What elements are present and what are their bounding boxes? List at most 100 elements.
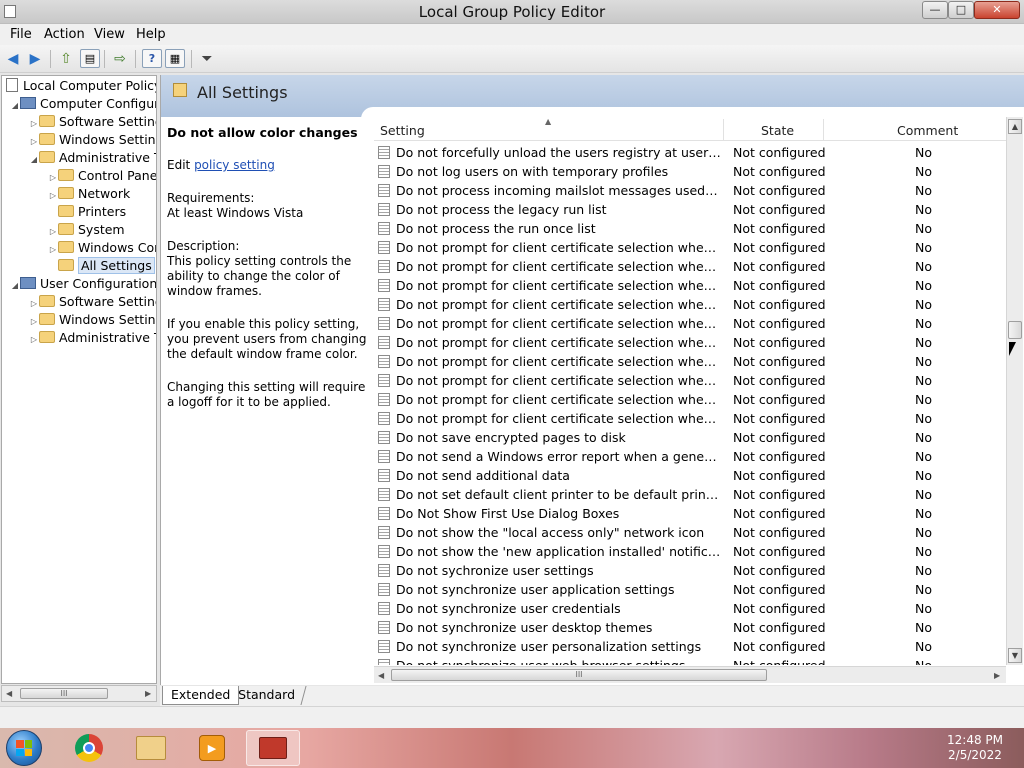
tree-node[interactable]: ◢ Computer Configura	[10, 95, 156, 115]
table-row[interactable]: Do not show the 'new application install…	[374, 542, 1006, 561]
table-row[interactable]: Do not prompt for client certificate sel…	[374, 238, 1006, 257]
table-row[interactable]: Do not synchronize user web browser sett…	[374, 656, 1006, 665]
table-row[interactable]: Do not process incoming mailslot message…	[374, 181, 1006, 200]
sort-ascending-icon: ▲	[545, 117, 552, 126]
scroll-down-icon[interactable]: ▼	[1008, 648, 1022, 663]
minimize-button[interactable]: —	[922, 1, 948, 19]
back-arrow-icon[interactable]: ◀	[3, 49, 23, 68]
tree-root-local-computer-policy[interactable]: Local Computer Policy	[6, 77, 156, 95]
scroll-right-icon[interactable]: ▶	[994, 671, 1000, 680]
expanded-arrow-icon[interactable]: ◢	[29, 151, 39, 169]
export-list-icon[interactable]: ⇨	[110, 49, 130, 68]
tree-node[interactable]: ▷ Administrative Te	[29, 329, 156, 349]
policy-setting-icon	[378, 203, 390, 216]
setting-name: Do not process the legacy run list	[396, 202, 607, 217]
menu-help[interactable]: Help	[136, 27, 166, 42]
tree-node[interactable]: Printers	[48, 203, 126, 221]
tree-node[interactable]: ◢ User Configuration	[10, 275, 156, 295]
table-row[interactable]: Do not synchronize user desktop themes No…	[374, 618, 1006, 637]
column-comment[interactable]: Comment	[897, 123, 958, 138]
menu-view[interactable]: View	[94, 27, 125, 42]
forward-arrow-icon[interactable]: ▶	[25, 49, 45, 68]
properties-pane-icon[interactable]: ▦	[165, 49, 185, 68]
table-row[interactable]: Do not prompt for client certificate sel…	[374, 333, 1006, 352]
media-player-app[interactable]: ▶	[185, 730, 239, 766]
window-title: Local Group Policy Editor	[418, 3, 606, 21]
table-row[interactable]: Do not prompt for client certificate sel…	[374, 295, 1006, 314]
filter-icon[interactable]: ⏷	[197, 49, 217, 68]
setting-name: Do not synchronize user web browser sett…	[396, 656, 721, 665]
tree-node[interactable]: ▷Software Settings	[29, 113, 156, 131]
tree-node[interactable]: ▷ Windows Setting	[29, 131, 157, 149]
file-explorer-app[interactable]	[124, 730, 178, 766]
edit-policy-link[interactable]: policy setting	[194, 158, 275, 172]
table-row[interactable]: Do not prompt for client certificate sel…	[374, 257, 1006, 276]
tab-standard[interactable]: Standard	[227, 686, 307, 705]
column-setting[interactable]: Setting	[380, 123, 425, 138]
scroll-thumb[interactable]: III	[20, 688, 108, 699]
expanded-arrow-icon[interactable]: ◢	[10, 277, 20, 295]
tree-node[interactable]: ▷ Network	[48, 185, 130, 203]
group-policy-app[interactable]	[246, 730, 300, 766]
scroll-left-icon[interactable]: ◀	[6, 689, 12, 698]
expanded-arrow-icon[interactable]: ◢	[10, 97, 20, 115]
table-row[interactable]: Do not forcefully unload the users regis…	[374, 143, 1006, 162]
setting-state: Not configured	[733, 487, 826, 502]
scroll-right-icon[interactable]: ▶	[145, 689, 151, 698]
setting-comment: No	[915, 297, 932, 312]
system-clock[interactable]: 12:48 PM 2/5/2022	[930, 733, 1020, 763]
scroll-up-icon[interactable]: ▲	[1008, 119, 1022, 134]
tree-horizontal-scrollbar[interactable]: ◀ III ▶	[1, 685, 157, 702]
table-row[interactable]: Do not prompt for client certificate sel…	[374, 371, 1006, 390]
tree-node[interactable]: ▷ System	[48, 221, 125, 239]
table-row[interactable]: Do not synchronize user credentials Not c…	[374, 599, 1006, 618]
table-row[interactable]: Do not show the "local access only" netw…	[374, 523, 1006, 542]
table-row[interactable]: Do not synchronize user application sett…	[374, 580, 1006, 599]
table-row[interactable]: Do not prompt for client certificate sel…	[374, 276, 1006, 295]
table-row[interactable]: Do not prompt for client certificate sel…	[374, 314, 1006, 333]
table-row[interactable]: Do not prompt for client certificate sel…	[374, 409, 1006, 428]
setting-name: Do not prompt for client certificate sel…	[396, 354, 721, 369]
help-icon[interactable]: ?	[142, 49, 162, 68]
scroll-left-icon[interactable]: ◀	[378, 671, 384, 680]
column-state[interactable]: State	[761, 123, 794, 138]
scroll-thumb[interactable]	[1008, 321, 1022, 339]
setting-comment: No	[915, 316, 932, 331]
start-button[interactable]	[6, 730, 42, 766]
up-folder-icon[interactable]: ⇧	[56, 49, 76, 68]
table-row[interactable]: Do not set default client printer to be …	[374, 485, 1006, 504]
tree-node[interactable]: All Settings	[48, 257, 155, 275]
table-vertical-scrollbar[interactable]: ▲ ▼	[1006, 117, 1023, 665]
show-hide-tree-icon[interactable]: ▤	[80, 49, 100, 68]
tree-node[interactable]: ▷ Control Panel	[48, 167, 156, 185]
collapsed-arrow-icon[interactable]: ▷	[29, 331, 39, 349]
table-row[interactable]: Do not process the run once list Not conf…	[374, 219, 1006, 238]
setting-comment: No	[915, 278, 932, 293]
table-row[interactable]: Do not send additional data Not configure…	[374, 466, 1006, 485]
setting-name: Do not process the run once list	[396, 221, 596, 236]
menu-action[interactable]: Action	[44, 27, 85, 42]
close-button[interactable]: ✕	[974, 1, 1020, 19]
tree-node-label: Windows Setting	[59, 132, 157, 147]
setting-state: Not configured	[733, 582, 826, 597]
table-horizontal-scrollbar[interactable]: ◀ III ▶	[374, 666, 1006, 683]
clock-date: 2/5/2022	[948, 748, 1002, 762]
chrome-app[interactable]	[62, 730, 116, 766]
tree-node[interactable]: ▷Software Settings	[29, 293, 156, 311]
setting-state: Not configured	[733, 392, 826, 407]
table-row[interactable]: Do not save encrypted pages to disk Not c…	[374, 428, 1006, 447]
tree-node[interactable]: ▷ Windows Cor	[48, 239, 156, 257]
table-row[interactable]: Do not sychronize user settings Not confi…	[374, 561, 1006, 580]
table-row[interactable]: Do not send a Windows error report when …	[374, 447, 1006, 466]
table-row[interactable]: Do not process the legacy run list Not co…	[374, 200, 1006, 219]
table-row[interactable]: Do not prompt for client certificate sel…	[374, 390, 1006, 409]
tree-node[interactable]: ▷ Windows Setting	[29, 311, 156, 329]
tree-node[interactable]: ◢ Administrative Te	[29, 149, 156, 169]
table-row[interactable]: Do not log users on with temporary profi…	[374, 162, 1006, 181]
table-row[interactable]: Do not prompt for client certificate sel…	[374, 352, 1006, 371]
scroll-thumb[interactable]: III	[391, 669, 767, 681]
table-row[interactable]: Do Not Show First Use Dialog Boxes Not co…	[374, 504, 1006, 523]
menu-file[interactable]: File	[10, 27, 32, 42]
table-row[interactable]: Do not synchronize user personalization …	[374, 637, 1006, 656]
maximize-button[interactable]: □	[948, 1, 974, 19]
